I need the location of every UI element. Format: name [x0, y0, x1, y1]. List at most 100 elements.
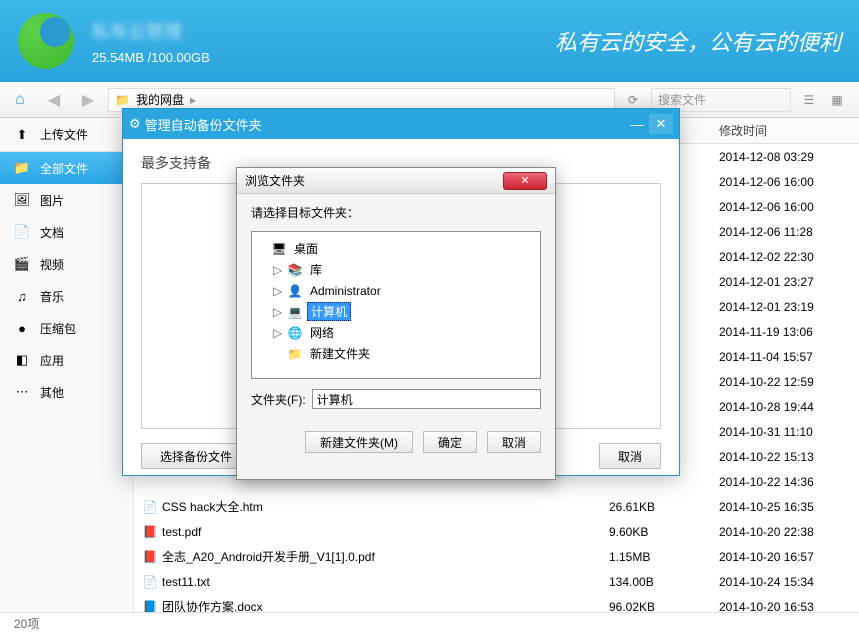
file-date: 2014-12-01 23:27: [719, 275, 859, 289]
file-icon: 📘: [142, 599, 158, 613]
grid-view-icon[interactable]: ▦: [825, 88, 849, 112]
file-name: 全志_A20_Android开发手册_V1[1].0.pdf: [162, 548, 375, 565]
tree-toggle-icon[interactable]: ▷: [272, 284, 283, 298]
folder-icon: 📁: [115, 93, 130, 107]
category-icon: ◧: [14, 352, 30, 368]
chevron-right-icon: ▸: [190, 93, 196, 107]
sidebar-item-label: 应用: [40, 352, 64, 369]
sidebar-item-label: 全部文件: [40, 160, 88, 177]
table-row[interactable]: 📄 test11.txt 134.00B2014-10-24 15:34: [134, 569, 859, 594]
file-size: 26.61KB: [609, 500, 719, 514]
tree-node-icon: 🌐: [287, 326, 303, 340]
col-date[interactable]: 修改时间: [719, 122, 859, 139]
file-date: 2014-10-25 16:35: [719, 500, 859, 514]
file-date: 2014-10-22 15:13: [719, 450, 859, 464]
tree-node-label: 桌面: [291, 240, 321, 257]
file-name: CSS hack大全.htm: [162, 498, 263, 515]
sidebar-item-1[interactable]: 🖼图片: [0, 184, 133, 216]
file-size: 96.02KB: [609, 600, 719, 613]
folder-name-input[interactable]: 计算机: [312, 389, 541, 409]
tree-node-icon: 📚: [287, 263, 303, 277]
file-name: 团队协作方案.docx: [162, 598, 263, 612]
app-header: 私有云管理 25.54MB /100.00GB 私有云的安全，公有云的便利: [0, 0, 859, 82]
sidebar-item-4[interactable]: ♫音乐: [0, 280, 133, 312]
sidebar-item-3[interactable]: 🎬视频: [0, 248, 133, 280]
sidebar-item-label: 文档: [40, 224, 64, 241]
backup-cancel-button[interactable]: 取消: [599, 443, 661, 469]
sidebar-item-6[interactable]: ◧ 应用: [0, 344, 133, 376]
browse-dialog-titlebar[interactable]: 浏览文件夹 ✕: [237, 168, 555, 194]
cancel-button[interactable]: 取消: [487, 431, 541, 453]
file-date: 2014-12-06 11:28: [719, 225, 859, 239]
sidebar-item-7[interactable]: ⋯ 其他: [0, 376, 133, 408]
browse-folder-dialog: 浏览文件夹 ✕ 请选择目标文件夹： 🖥桌面▷📚库▷👤Administrator▷…: [236, 167, 556, 480]
storage-usage: 25.54MB /100.00GB: [92, 50, 555, 65]
ok-button[interactable]: 确定: [423, 431, 477, 453]
folder-label: 文件夹(F):: [251, 391, 306, 408]
file-name: test.pdf: [162, 525, 201, 539]
tree-node-label: 计算机: [307, 302, 351, 321]
file-size: 1.15MB: [609, 550, 719, 564]
tree-node-label: Administrator: [307, 284, 384, 298]
tree-item[interactable]: 🖥 桌面: [256, 238, 536, 259]
new-folder-button[interactable]: 新建文件夹(M): [305, 431, 413, 453]
file-icon: 📕: [142, 549, 158, 565]
home-icon[interactable]: ⌂: [6, 87, 34, 113]
upload-button[interactable]: ⬆ 上传文件: [0, 118, 133, 152]
close-icon[interactable]: ✕: [649, 114, 673, 134]
back-icon[interactable]: ◀: [40, 87, 68, 113]
table-row[interactable]: 📘团队协作方案.docx96.02KB2014-10-20 16:53: [134, 594, 859, 612]
file-date: 2014-10-24 15:34: [719, 575, 859, 589]
tree-toggle-icon[interactable]: ▷: [272, 305, 283, 319]
select-backup-button[interactable]: 选择备份文件: [141, 443, 251, 469]
category-icon: ⋯: [14, 384, 30, 400]
tree-node-icon: 📁: [287, 347, 303, 361]
browse-dialog-hint: 请选择目标文件夹：: [251, 204, 541, 221]
file-date: 2014-12-01 23:19: [719, 300, 859, 314]
file-icon: 📄: [142, 574, 158, 590]
browse-dialog-title: 浏览文件夹: [245, 172, 503, 189]
list-view-icon[interactable]: ☰: [797, 88, 821, 112]
file-name: test11.txt: [162, 575, 210, 589]
tree-item[interactable]: ▷👤Administrator: [256, 280, 536, 301]
close-icon[interactable]: ✕: [503, 172, 547, 190]
table-row[interactable]: 📕test.pdf9.60KB2014-10-20 22:38: [134, 519, 859, 544]
sidebar: ⬆ 上传文件 📁 全部文件 🖼图片📄文档🎬视频♫音乐 ● 压缩包 ◧ 应用 ⋯ 其他: [0, 118, 134, 612]
folder-tree[interactable]: 🖥桌面▷📚库▷👤Administrator▷💻计算机▷🌐网络📁新建文件夹: [251, 231, 541, 379]
category-icon: 📁: [14, 160, 30, 176]
file-date: 2014-10-20 16:57: [719, 550, 859, 564]
file-date: 2014-10-31 11:10: [719, 425, 859, 439]
tree-item[interactable]: ▷🌐网络: [256, 322, 536, 343]
file-date: 2014-11-04 15:57: [719, 350, 859, 364]
table-row[interactable]: 📕全志_A20_Android开发手册_V1[1].0.pdf 1.15MB201…: [134, 544, 859, 569]
tree-toggle-icon[interactable]: ▷: [272, 326, 283, 340]
app-title: 私有云管理: [92, 18, 555, 44]
category-icon: 🎬: [14, 256, 30, 272]
backup-dialog-title: 管理自动备份文件夹: [145, 115, 262, 134]
sidebar-item-0[interactable]: 📁 全部文件: [0, 152, 133, 184]
category-icon: ●: [14, 320, 30, 336]
tree-node-icon: 🖥: [271, 242, 287, 256]
sidebar-item-2[interactable]: 📄文档: [0, 216, 133, 248]
sidebar-item-label: 图片: [40, 192, 64, 209]
item-count: 20项: [14, 615, 39, 632]
tree-item[interactable]: 📁新建文件夹: [256, 343, 536, 364]
table-row[interactable]: 📄CSS hack大全.htm26.61KB2014-10-25 16:35: [134, 494, 859, 519]
forward-icon[interactable]: ▶: [74, 87, 102, 113]
tagline: 私有云的安全，公有云的便利: [555, 25, 841, 57]
sidebar-item-label: 其他: [40, 384, 64, 401]
sidebar-item-5[interactable]: ● 压缩包: [0, 312, 133, 344]
minimize-icon[interactable]: —: [625, 114, 649, 134]
file-date: 2014-11-19 13:06: [719, 325, 859, 339]
tree-node-icon: 💻: [287, 305, 303, 319]
backup-dialog-titlebar[interactable]: ⚙ 管理自动备份文件夹 — ✕: [123, 109, 679, 139]
breadcrumb-root: 我的网盘: [136, 91, 184, 108]
file-date: 2014-12-06 16:00: [719, 175, 859, 189]
file-size: 9.60KB: [609, 525, 719, 539]
tree-item[interactable]: ▷📚库: [256, 259, 536, 280]
file-date: 2014-12-08 03:29: [719, 150, 859, 164]
tree-toggle-icon[interactable]: ▷: [272, 263, 283, 277]
sidebar-item-label: 压缩包: [40, 320, 76, 337]
tree-item[interactable]: ▷ 💻 计算机: [256, 301, 536, 322]
file-size: 134.00B: [609, 575, 719, 589]
